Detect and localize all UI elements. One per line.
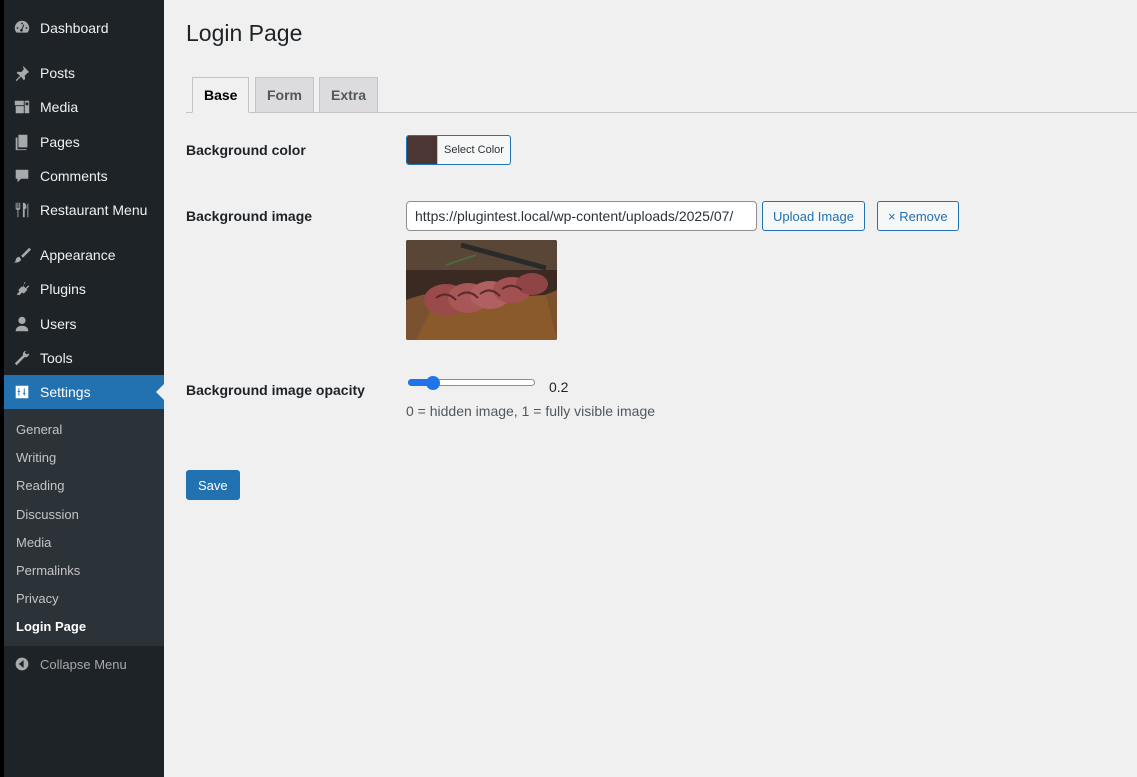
sidebar-item-label: Pages bbox=[40, 134, 80, 150]
plugin-icon bbox=[4, 280, 40, 298]
dashboard-icon bbox=[4, 19, 40, 37]
pin-icon bbox=[4, 64, 40, 82]
submenu-item-media[interactable]: Media bbox=[16, 535, 51, 550]
sidebar-item-label: Posts bbox=[40, 65, 76, 81]
sidebar-item-media[interactable]: Media bbox=[4, 90, 164, 124]
sidebar-item-label: Plugins bbox=[40, 281, 86, 297]
opacity-slider[interactable] bbox=[406, 376, 536, 390]
media-icon bbox=[4, 98, 40, 116]
sidebar-item-label: Appearance bbox=[40, 247, 116, 263]
save-button[interactable]: Save bbox=[186, 470, 240, 500]
sidebar-item-plugins[interactable]: Plugins bbox=[4, 272, 164, 306]
sidebar-item-settings[interactable]: Settings bbox=[4, 375, 164, 409]
submenu-item-privacy[interactable]: Privacy bbox=[16, 591, 59, 606]
collapse-menu-button[interactable]: Collapse Menu bbox=[4, 652, 164, 676]
sidebar-item-label: Settings bbox=[40, 384, 91, 400]
pages-icon bbox=[4, 133, 40, 151]
sidebar-item-label: Media bbox=[40, 99, 79, 115]
opacity-value: 0.2 bbox=[549, 379, 569, 395]
sidebar-item-label: Users bbox=[40, 316, 77, 332]
main-content: Login Page Base Form Extra Background co… bbox=[164, 0, 1137, 777]
sidebar-item-comments[interactable]: Comments bbox=[4, 159, 164, 193]
slider-handle[interactable] bbox=[426, 376, 441, 390]
background-color-label: Background color bbox=[186, 142, 306, 158]
sidebar-item-pages[interactable]: Pages bbox=[4, 125, 164, 159]
submenu-item-general[interactable]: General bbox=[16, 422, 62, 437]
submenu-item-permalinks[interactable]: Permalinks bbox=[16, 563, 80, 578]
background-opacity-label: Background image opacity bbox=[186, 382, 365, 398]
sidebar-item-tools[interactable]: Tools bbox=[4, 341, 164, 375]
brush-icon bbox=[4, 246, 40, 264]
tab-extra[interactable]: Extra bbox=[319, 77, 379, 113]
upload-image-button[interactable]: Upload Image bbox=[762, 201, 865, 231]
sidebar-item-restaurant-menu[interactable]: Restaurant Menu bbox=[4, 193, 164, 227]
submenu-item-login-page[interactable]: Login Page bbox=[16, 619, 86, 634]
settings-icon bbox=[4, 383, 40, 401]
remove-image-button[interactable]: × Remove bbox=[877, 201, 959, 231]
collapse-arrow-icon bbox=[4, 656, 40, 672]
color-swatch bbox=[407, 136, 438, 164]
wrench-icon bbox=[4, 349, 40, 367]
tab-base[interactable]: Base bbox=[192, 77, 250, 113]
select-color-button[interactable]: Select Color bbox=[406, 135, 511, 165]
tab-form[interactable]: Form bbox=[255, 77, 314, 113]
sidebar-item-appearance[interactable]: Appearance bbox=[4, 238, 164, 272]
admin-sidebar: Dashboard Posts Media Pages Comments Res… bbox=[0, 0, 164, 777]
settings-submenu: General Writing Reading Discussion Media… bbox=[4, 409, 164, 646]
sidebar-item-label: Comments bbox=[40, 168, 108, 184]
sidebar-item-label: Dashboard bbox=[40, 20, 109, 36]
sidebar-item-label: Restaurant Menu bbox=[40, 202, 148, 218]
opacity-description: 0 = hidden image, 1 = fully visible imag… bbox=[406, 403, 656, 419]
sidebar-item-users[interactable]: Users bbox=[4, 307, 164, 341]
sidebar-item-dashboard[interactable]: Dashboard bbox=[4, 11, 164, 45]
sidebar-item-posts[interactable]: Posts bbox=[4, 56, 164, 90]
select-color-label: Select Color bbox=[444, 144, 504, 156]
background-image-preview bbox=[406, 240, 557, 340]
page-title: Login Page bbox=[186, 20, 303, 46]
submenu-item-reading[interactable]: Reading bbox=[16, 478, 64, 493]
background-image-label: Background image bbox=[186, 208, 313, 224]
background-image-url-input[interactable]: https://plugintest.local/wp-content/uplo… bbox=[406, 201, 757, 231]
user-icon bbox=[4, 315, 40, 333]
submenu-item-writing[interactable]: Writing bbox=[16, 450, 56, 465]
collapse-menu-label: Collapse Menu bbox=[40, 656, 127, 672]
comment-icon bbox=[4, 167, 40, 185]
sidebar-item-label: Tools bbox=[40, 350, 73, 366]
fork-knife-icon bbox=[4, 201, 40, 219]
submenu-item-discussion[interactable]: Discussion bbox=[16, 507, 79, 522]
